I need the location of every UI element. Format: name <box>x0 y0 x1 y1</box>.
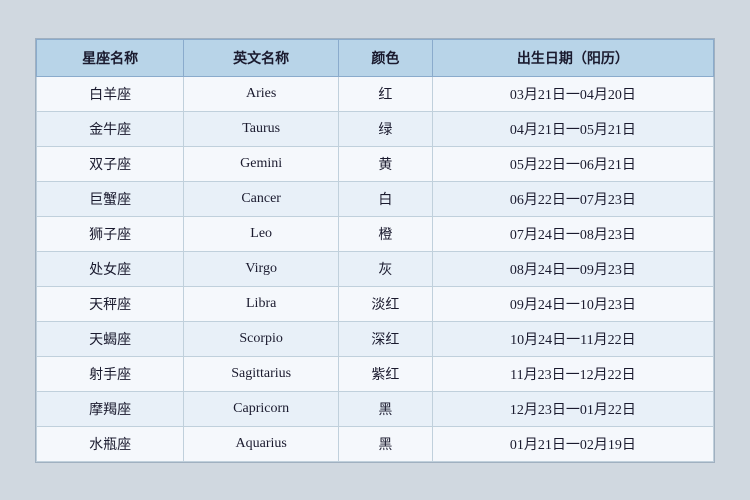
table-row: 摩羯座Capricorn黑12月23日一01月22日 <box>37 391 714 426</box>
zodiac-dates: 05月22日一06月21日 <box>432 146 713 181</box>
zodiac-english-name: Aries <box>184 76 339 111</box>
zodiac-chinese-name: 摩羯座 <box>37 391 184 426</box>
zodiac-chinese-name: 双子座 <box>37 146 184 181</box>
table-header-row: 星座名称 英文名称 颜色 出生日期（阳历） <box>37 39 714 76</box>
zodiac-color: 红 <box>339 76 433 111</box>
zodiac-color: 紫红 <box>339 356 433 391</box>
zodiac-chinese-name: 处女座 <box>37 251 184 286</box>
col-header-color: 颜色 <box>339 39 433 76</box>
zodiac-english-name: Leo <box>184 216 339 251</box>
zodiac-color: 黑 <box>339 391 433 426</box>
zodiac-chinese-name: 天蝎座 <box>37 321 184 356</box>
zodiac-dates: 04月21日一05月21日 <box>432 111 713 146</box>
table-row: 金牛座Taurus绿04月21日一05月21日 <box>37 111 714 146</box>
col-header-dates: 出生日期（阳历） <box>432 39 713 76</box>
zodiac-dates: 08月24日一09月23日 <box>432 251 713 286</box>
zodiac-dates: 07月24日一08月23日 <box>432 216 713 251</box>
table-row: 天蝎座Scorpio深红10月24日一11月22日 <box>37 321 714 356</box>
table-row: 射手座Sagittarius紫红11月23日一12月22日 <box>37 356 714 391</box>
zodiac-dates: 11月23日一12月22日 <box>432 356 713 391</box>
zodiac-dates: 10月24日一11月22日 <box>432 321 713 356</box>
zodiac-color: 白 <box>339 181 433 216</box>
zodiac-color: 绿 <box>339 111 433 146</box>
zodiac-english-name: Virgo <box>184 251 339 286</box>
zodiac-chinese-name: 水瓶座 <box>37 426 184 461</box>
zodiac-chinese-name: 天秤座 <box>37 286 184 321</box>
zodiac-chinese-name: 白羊座 <box>37 76 184 111</box>
zodiac-color: 深红 <box>339 321 433 356</box>
zodiac-dates: 01月21日一02月19日 <box>432 426 713 461</box>
table-row: 天秤座Libra淡红09月24日一10月23日 <box>37 286 714 321</box>
table-row: 巨蟹座Cancer白06月22日一07月23日 <box>37 181 714 216</box>
zodiac-color: 灰 <box>339 251 433 286</box>
zodiac-color: 淡红 <box>339 286 433 321</box>
zodiac-english-name: Capricorn <box>184 391 339 426</box>
zodiac-dates: 03月21日一04月20日 <box>432 76 713 111</box>
zodiac-english-name: Gemini <box>184 146 339 181</box>
table-row: 处女座Virgo灰08月24日一09月23日 <box>37 251 714 286</box>
zodiac-english-name: Cancer <box>184 181 339 216</box>
zodiac-english-name: Scorpio <box>184 321 339 356</box>
zodiac-english-name: Sagittarius <box>184 356 339 391</box>
zodiac-chinese-name: 射手座 <box>37 356 184 391</box>
zodiac-color: 黑 <box>339 426 433 461</box>
zodiac-table-container: 星座名称 英文名称 颜色 出生日期（阳历） 白羊座Aries红03月21日一04… <box>35 38 715 463</box>
zodiac-english-name: Taurus <box>184 111 339 146</box>
zodiac-color: 橙 <box>339 216 433 251</box>
table-row: 狮子座Leo橙07月24日一08月23日 <box>37 216 714 251</box>
col-header-english: 英文名称 <box>184 39 339 76</box>
col-header-chinese: 星座名称 <box>37 39 184 76</box>
zodiac-dates: 09月24日一10月23日 <box>432 286 713 321</box>
table-row: 双子座Gemini黄05月22日一06月21日 <box>37 146 714 181</box>
zodiac-table: 星座名称 英文名称 颜色 出生日期（阳历） 白羊座Aries红03月21日一04… <box>36 39 714 462</box>
zodiac-dates: 06月22日一07月23日 <box>432 181 713 216</box>
zodiac-chinese-name: 巨蟹座 <box>37 181 184 216</box>
zodiac-dates: 12月23日一01月22日 <box>432 391 713 426</box>
table-row: 白羊座Aries红03月21日一04月20日 <box>37 76 714 111</box>
zodiac-color: 黄 <box>339 146 433 181</box>
zodiac-chinese-name: 金牛座 <box>37 111 184 146</box>
zodiac-english-name: Aquarius <box>184 426 339 461</box>
zodiac-english-name: Libra <box>184 286 339 321</box>
zodiac-chinese-name: 狮子座 <box>37 216 184 251</box>
table-row: 水瓶座Aquarius黑01月21日一02月19日 <box>37 426 714 461</box>
